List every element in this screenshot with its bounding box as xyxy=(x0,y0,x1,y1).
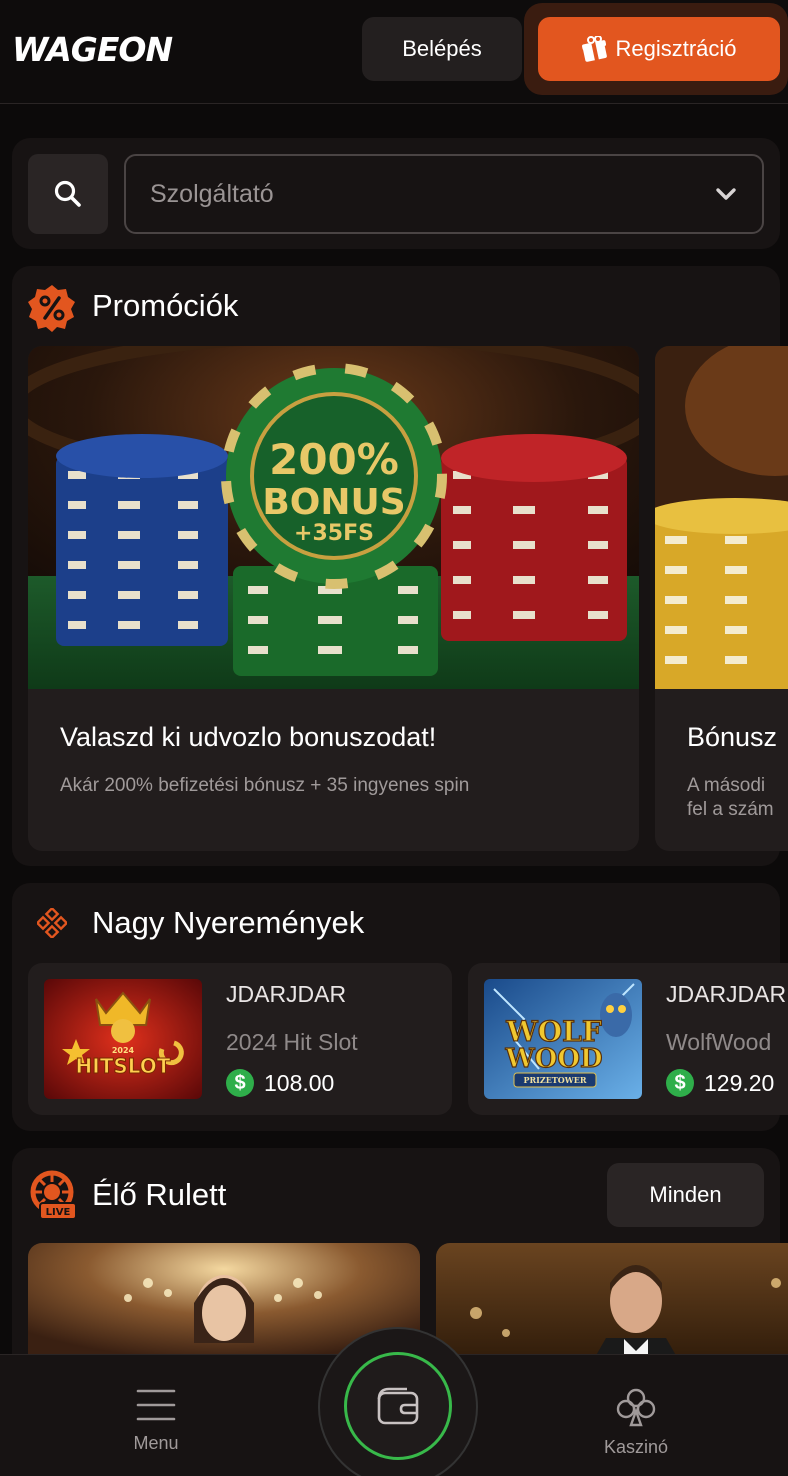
roulette-live-icon: LIVE xyxy=(30,1170,77,1220)
register-button[interactable]: Regisztráció xyxy=(538,17,780,81)
jackpot-card[interactable]: 2024 HITSLOT JDARJDAR 2024 Hit Slot $ 10… xyxy=(28,963,452,1115)
promo-subtitle: Akár 200% befizetési bónusz + 35 ingyene… xyxy=(60,775,470,796)
search-icon xyxy=(54,180,81,207)
gift-icon xyxy=(581,35,609,62)
wallet-button[interactable] xyxy=(344,1352,452,1460)
promo-title: Valaszd ki udvozlo bonuszodat! xyxy=(60,722,437,752)
header: WAGEON Belépés Regisztráció xyxy=(0,0,788,104)
percent-badge-icon xyxy=(28,285,75,332)
thumb-title: HITSLOT xyxy=(76,1054,171,1078)
live-badge: LIVE xyxy=(46,1207,71,1218)
jackpot-card[interactable]: WOLF WOOD PRIZETOWER JDARJDAR WolfWood $… xyxy=(468,963,788,1115)
dollar-icon: $ xyxy=(666,1069,694,1097)
login-button[interactable]: Belépés xyxy=(362,17,522,81)
thumb-title-line: WOOD xyxy=(504,1044,602,1074)
game-name: 2024 Hit Slot xyxy=(226,1029,358,1055)
amount-value: 129.20 xyxy=(704,1069,775,1096)
promo-image-gold-chips xyxy=(655,346,788,689)
promo-card[interactable]: Bónusz A másodi fel a szám xyxy=(655,346,788,851)
diamond-pattern-icon xyxy=(37,908,67,938)
promo-image-percent: 200% xyxy=(269,435,399,484)
promo-image-fs: +35FS xyxy=(294,521,374,546)
register-label: Regisztráció xyxy=(615,36,737,61)
wallet-icon xyxy=(377,1387,419,1425)
amount-value: 108.00 xyxy=(264,1069,335,1096)
dollar-icon: $ xyxy=(226,1069,254,1097)
search-panel: Szolgáltató xyxy=(12,138,780,249)
nav-menu-label: Menu xyxy=(133,1433,179,1453)
winner-username: JDARJDAR xyxy=(226,981,347,1007)
club-icon xyxy=(616,1388,656,1427)
provider-select[interactable]: Szolgáltató xyxy=(124,154,764,234)
promo-subtitle: A másodi fel a szám xyxy=(687,774,774,822)
promotions-title: Promóciók xyxy=(92,288,239,323)
live-roulette-title: Élő Rulett xyxy=(92,1177,227,1212)
nav-casino-label: Kaszinó xyxy=(603,1437,669,1457)
nav-menu[interactable]: Menu xyxy=(76,1355,236,1476)
game-thumbnail: 2024 HITSLOT xyxy=(44,979,202,1099)
game-name: WolfWood xyxy=(666,1029,772,1055)
thumb-subtitle: PRIZETOWER xyxy=(524,1075,587,1085)
game-thumbnail: WOLF WOOD PRIZETOWER xyxy=(484,979,642,1099)
nav-casino[interactable]: Kaszinó xyxy=(556,1355,716,1476)
chevron-down-icon xyxy=(716,188,736,200)
promo-image-chips: 200% BONUS +35FS xyxy=(28,346,639,689)
promo-subtitle-line: A másodi xyxy=(687,775,766,796)
win-amount: $ 108.00 xyxy=(226,1069,334,1097)
promo-image-bonus: BONUS xyxy=(262,482,405,523)
promo-card[interactable]: 200% BONUS +35FS Valaszd ki udvozlo bonu… xyxy=(28,346,639,851)
promo-title: Bónusz xyxy=(687,722,778,752)
win-amount: $ 129.20 xyxy=(666,1069,774,1097)
search-button[interactable] xyxy=(28,154,108,234)
jackpots-title: Nagy Nyeremények xyxy=(92,905,365,940)
winner-username: JDARJDAR xyxy=(666,981,787,1007)
provider-placeholder: Szolgáltató xyxy=(150,179,274,208)
page: WAGEON Belépés Regisztráció Szolgáltató … xyxy=(0,0,788,1476)
promo-subtitle-line: fel a szám xyxy=(687,799,774,820)
hamburger-icon xyxy=(136,1389,176,1421)
see-all-button[interactable]: Minden xyxy=(607,1163,764,1227)
logo[interactable]: WAGEON xyxy=(12,30,173,69)
